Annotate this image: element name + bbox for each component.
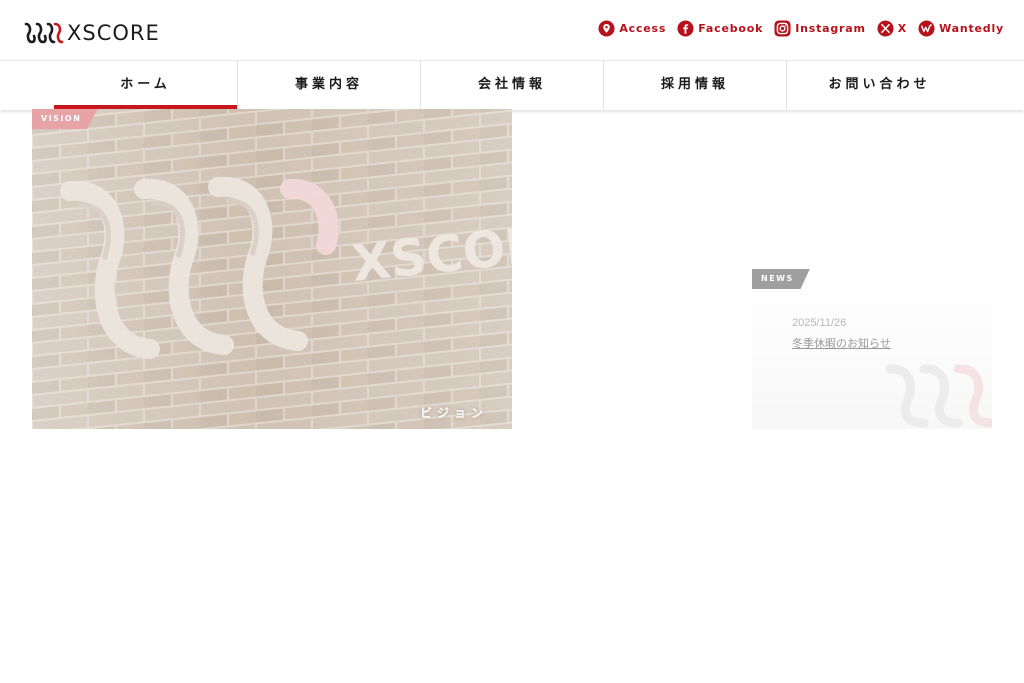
vision-image: XSCORE	[32, 109, 512, 429]
x-link-label: X	[897, 21, 908, 35]
vision-caption: ビジョン	[419, 406, 488, 420]
wantedly-icon	[918, 19, 935, 37]
map-pin-icon	[598, 19, 615, 37]
site-header: XSCORE Access Facebook Instagram X Wante…	[0, 0, 1024, 60]
instagram-link[interactable]: Instagram	[774, 19, 866, 37]
x-link[interactable]: X	[877, 19, 908, 37]
news-title-link[interactable]: 冬季休暇のお知らせ	[792, 335, 891, 351]
xscore-logo-icon	[24, 22, 64, 44]
news-date: 2025/11/26	[792, 317, 847, 329]
wantedly-link[interactable]: Wantedly	[918, 19, 1004, 37]
nav-item-company[interactable]: 会社情報	[421, 61, 603, 110]
access-link-label: Access	[619, 21, 667, 35]
vision-tag: VISION	[32, 109, 98, 129]
instagram-link-label: Instagram	[795, 21, 866, 35]
nav-item-contact[interactable]: お問い合わせ	[787, 61, 972, 110]
nav-item-recruit[interactable]: 採用情報	[604, 61, 786, 110]
header-links: Access Facebook Instagram X Wantedly	[587, 18, 1004, 38]
facebook-link[interactable]: Facebook	[677, 19, 764, 37]
site-logo[interactable]: XSCORE	[24, 20, 164, 46]
news-tag: NEWS	[752, 269, 810, 289]
watermark-logo-icon	[885, 364, 992, 428]
facebook-icon	[677, 19, 694, 37]
nav-item-business[interactable]: 事業内容	[238, 61, 420, 110]
instagram-icon	[774, 19, 791, 37]
facebook-link-label: Facebook	[698, 21, 764, 35]
global-nav: ホーム 事業内容 会社情報 採用情報 お問い合わせ	[0, 60, 1024, 110]
news-card: NEWS 2025/11/26 冬季休暇のお知らせ	[752, 269, 992, 429]
nav-item-home[interactable]: ホーム	[54, 61, 237, 110]
x-icon	[877, 19, 894, 37]
wantedly-link-label: Wantedly	[939, 21, 1004, 35]
vision-card[interactable]: XSCORE VISION ビジョン	[32, 109, 512, 429]
access-link[interactable]: Access	[598, 19, 667, 37]
logo-wordmark: XSCORE	[67, 21, 160, 45]
